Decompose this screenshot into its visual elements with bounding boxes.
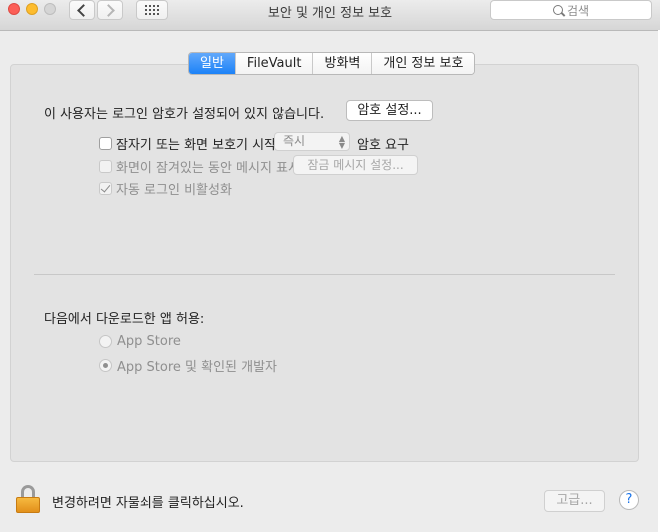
disable-auto-login-checkbox[interactable] <box>99 182 112 195</box>
updown-arrows-icon: ▲ ▼ <box>338 134 345 150</box>
search-icon <box>552 5 563 15</box>
require-password-row: 잠자기 또는 화면 보호기 시작 <box>99 134 276 153</box>
disable-auto-login-label: 자동 로그인 비활성화 <box>116 183 232 198</box>
lock-message: 변경하려면 자물쇠를 클릭하십시오. <box>52 496 244 511</box>
radio-identified-row: App Store 및 확인된 개발자 <box>99 356 277 375</box>
set-lock-message-button[interactable]: 잠금 메시지 설정... <box>293 155 418 175</box>
search-field[interactable]: 검색 <box>490 0 652 20</box>
require-password-label: 잠자기 또는 화면 보호기 시작 <box>116 138 277 153</box>
show-message-row: 화면이 잠겨있는 동안 메시지 표시 <box>99 157 300 176</box>
tab-privacy[interactable]: 개인 정보 보호 <box>372 53 475 74</box>
password-delay-popup[interactable]: 즉시 ▲ ▼ <box>274 132 350 151</box>
section-divider <box>34 274 615 275</box>
lock-icon[interactable] <box>16 485 40 513</box>
radio-identified-label: App Store 및 확인된 개발자 <box>117 360 278 375</box>
radio-app-store[interactable] <box>99 335 112 348</box>
help-button[interactable]: ? <box>619 490 639 510</box>
set-password-button[interactable]: 암호 설정... <box>346 100 433 121</box>
require-password-suffix: 암호 요구 <box>357 138 409 153</box>
tab-firewall[interactable]: 방화벽 <box>313 53 373 74</box>
advanced-button[interactable]: 고급... <box>544 490 605 512</box>
show-message-checkbox[interactable] <box>99 160 112 173</box>
radio-app-store-identified[interactable] <box>99 359 112 372</box>
allow-apps-label: 다음에서 다운로드한 앱 허용: <box>44 312 205 327</box>
password-delay-value: 즉시 <box>283 134 306 148</box>
window-toolbar: 보안 및 개인 정보 보호 검색 <box>0 0 660 31</box>
radio-app-store-label: App Store <box>117 334 181 349</box>
tab-filevault[interactable]: FileVault <box>235 53 314 74</box>
show-message-label: 화면이 잠겨있는 동안 메시지 표시 <box>116 161 300 176</box>
auto-login-row: 자동 로그인 비활성화 <box>99 179 232 198</box>
password-status-message: 이 사용자는 로그인 암호가 설정되어 있지 않습니다. <box>44 107 325 122</box>
require-password-checkbox[interactable] <box>99 137 112 150</box>
settings-panel <box>10 64 639 462</box>
tab-general[interactable]: 일반 <box>189 53 236 74</box>
radio-app-store-row: App Store <box>99 334 181 349</box>
tab-bar: 일반 FileVault 방화벽 개인 정보 보호 <box>188 52 476 75</box>
search-placeholder: 검색 <box>566 3 590 18</box>
